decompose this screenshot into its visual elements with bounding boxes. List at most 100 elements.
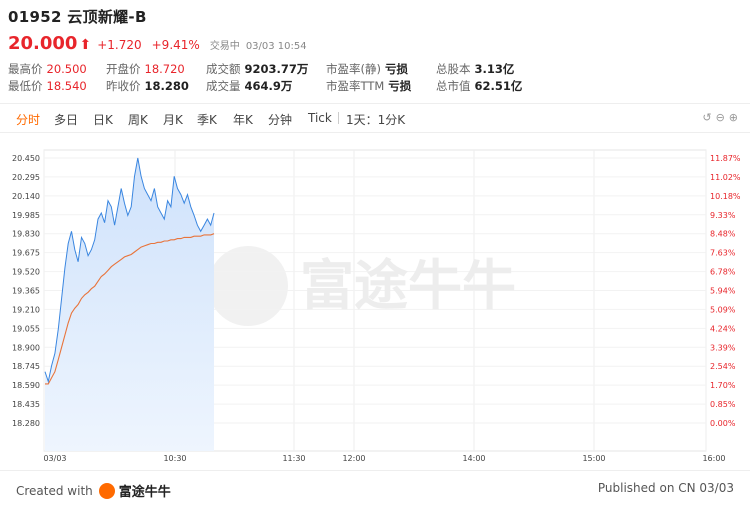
footer: Created with 富途牛牛 Published on CN 03/03 [0,470,750,509]
stat-label: 最低价 [8,79,43,93]
y-right-tick: 11.02% [710,173,741,182]
stat-value: 18.280 [144,79,189,93]
stat-label: 市盈率(静) [326,62,381,76]
y-left-tick: 18.435 [12,400,40,409]
stat-value: 20.500 [46,62,87,76]
intraday-chart: 20.450 11.87% 20.295 11.02% 20.140 10.18% 19.9… [12,149,741,463]
stock-name: 云顶新耀-B [67,8,147,26]
y-left-tick: 20.295 [12,173,40,182]
x-tick-label: 11:30 [282,454,305,463]
y-left-tick: 19.675 [12,249,40,258]
stats-row-2: 最低价 18.540 昨收价 18.280 成交量 464.9万 市盈率TTM 亏损 总市值 62… [8,78,742,95]
stock-header: 01952 云顶新耀-B 20.000 ⬆ +1.720 +9.41% 交易中 … [8,6,742,54]
x-tick-label: 12:00 [342,454,365,463]
zoom-in-icon[interactable]: ⊕ [729,111,742,124]
stat-value: 3.13亿 [474,62,515,76]
y-right-tick: 4.24% [710,324,736,333]
y-right-tick: 5.09% [710,305,736,314]
y-left-tick: 19.210 [12,305,40,314]
stat-label: 成交量 [206,79,241,93]
stat-value: 亏损 [384,62,408,76]
tab-2[interactable]: 日K [93,111,113,128]
tab-5[interactable]: 季K [197,111,217,128]
stat-value: 9203.77万 [244,62,309,76]
y-right-tick: 11.87% [710,154,741,163]
y-left-tick: 18.745 [12,362,40,371]
stat-label: 市盈率TTM [326,79,385,93]
y-left-tick: 18.900 [12,343,40,352]
stat-row2-3: 市盈率TTM 亏损 [326,78,411,94]
y-right-tick: 10.18% [710,192,741,201]
stat-label: 最高价 [8,62,43,76]
stat-row1-1: 开盘价 18.720 [106,61,185,77]
y-left-tick: 20.450 [12,154,40,163]
y-left-tick: 20.140 [12,192,40,201]
stat-value: 亏损 [388,79,412,93]
stat-label: 成交额 [206,62,241,76]
watermark-text: 富途牛牛 [300,254,516,317]
tab-9[interactable]: 1天：1分K [346,111,405,128]
x-tick-label: 03/03 [43,454,66,463]
zoom-out-icon[interactable]: ⊖ [716,111,729,124]
trading-status: 交易中 [209,41,240,52]
stat-row1-0: 最高价 20.500 [8,61,87,77]
stats-row-1: 最高价 20.500 开盘价 18.720 成交额 9203.77万 市盈率(静) 亏损 总股本… [8,61,742,78]
stat-label: 总股本 [436,62,471,76]
y-right-tick: 8.48% [710,230,736,239]
created-with-text: Created with [16,483,93,498]
stat-row2-2: 成交量 464.9万 [206,78,292,94]
y-left-tick: 18.590 [12,381,40,390]
tab-7[interactable]: 分钟 [268,111,292,128]
y-left-tick: 19.365 [12,287,40,296]
stat-value: 18.540 [46,79,87,93]
y-right-tick: 5.94% [710,287,736,296]
price-change: +1.720 [97,38,142,52]
stat-row1-2: 成交额 9203.77万 [206,61,308,77]
stock-title: 01952 云顶新耀-B [8,6,742,27]
y-left-tick: 18.280 [12,419,40,428]
stat-label: 昨收价 [106,79,141,93]
undo-icon[interactable]: ↺ [702,111,715,124]
tab-0[interactable]: 分时 [16,111,40,128]
y-right-tick: 3.39% [710,343,736,352]
tab-6[interactable]: 年K [233,111,253,128]
y-left-tick: 19.055 [12,324,40,333]
y-left-tick: 19.830 [12,230,40,239]
y-left-tick: 19.985 [12,211,40,220]
y-right-tick: 1.70% [710,381,736,390]
tab-8[interactable]: Tick [308,111,332,125]
stat-row2-0: 最低价 18.540 [8,78,87,94]
x-tick-label: 16:00 [702,454,725,463]
x-tick-label: 10:30 [163,454,186,463]
y-right-tick: 9.33% [710,211,736,220]
stat-row1-3: 市盈率(静) 亏损 [326,61,408,77]
y-left-tick: 19.520 [12,268,40,277]
quote-time: 03/03 10:54 [245,41,307,52]
stat-value: 464.9万 [244,79,293,93]
chart-tool-icons: ↺⊖⊕ [702,111,742,124]
tab-4[interactable]: 月K [163,111,183,128]
stat-row1-4: 总股本 3.13亿 [436,61,514,77]
footer-credit: Created with 富途牛牛 [16,481,171,500]
y-right-tick: 0.00% [710,419,736,428]
current-price: 20.000 [8,33,78,54]
price-area-fill [45,158,214,451]
stat-label: 开盘价 [106,62,141,76]
y-right-tick: 2.54% [710,362,736,371]
y-right-tick: 0.85% [710,400,736,409]
stat-row2-4: 总市值 62.51亿 [436,78,522,94]
price-change-pct: +9.41% [151,38,200,52]
up-arrow-icon: ⬆ [79,37,92,53]
chart-tabs: 分时 多日 日K 周K 月K 季K 年K 分钟 Tick 1天：1分K ↺⊖⊕ [0,103,750,133]
brand-name: 富途牛牛 [118,485,171,500]
y-right-tick: 6.78% [710,268,736,277]
tab-1[interactable]: 多日 [54,111,78,128]
watermark-logo-icon [208,246,288,326]
published-date: Published on CN 03/03 [597,481,734,495]
futu-logo-icon [98,482,115,499]
stats-panel: 最高价 20.500 开盘价 18.720 成交额 9203.77万 市盈率(静) 亏损 总股本… [8,61,742,95]
tab-3[interactable]: 周K [128,111,148,128]
y-right-tick: 7.63% [710,249,736,258]
tab-separator [338,112,339,124]
stat-row2-1: 昨收价 18.280 [106,78,189,94]
